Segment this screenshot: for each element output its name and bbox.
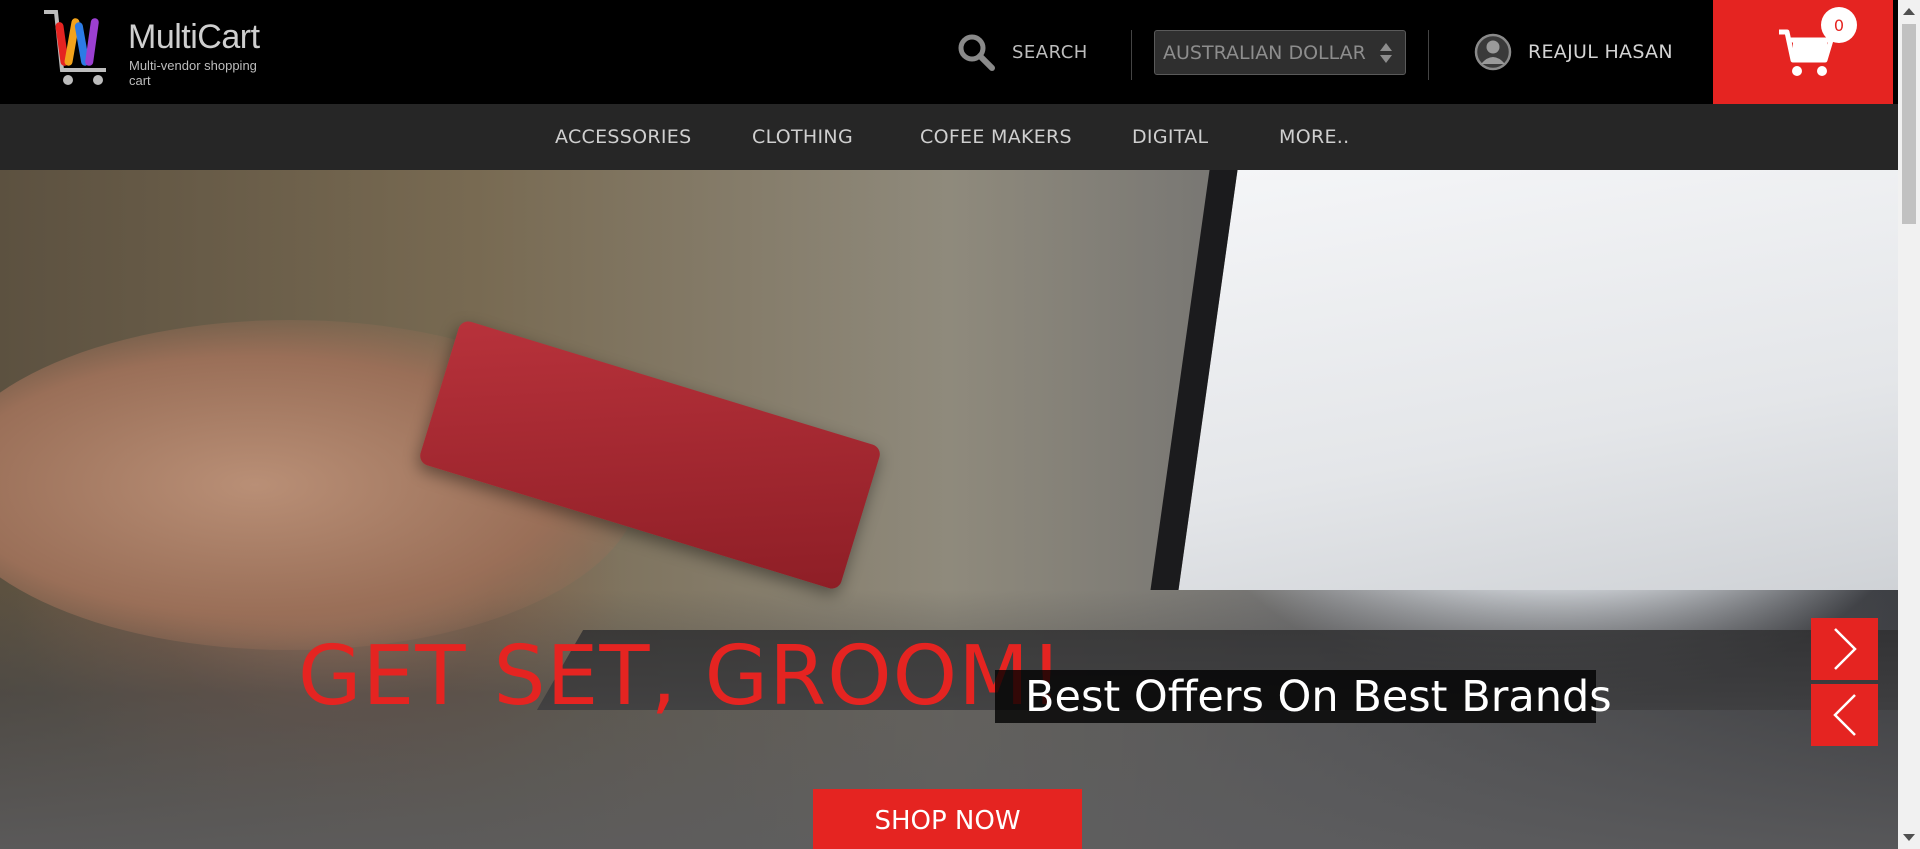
- scroll-up-arrow[interactable]: [1903, 8, 1915, 15]
- search-icon: [958, 34, 995, 71]
- currency-selected-value: AUSTRALIAN DOLLAR: [1163, 41, 1366, 64]
- hero-slider: GET SET, GROOM! Best Offers On Best Bran…: [0, 170, 1898, 849]
- slider-next-button[interactable]: [1811, 618, 1878, 680]
- hero-headline: GET SET, GROOM!: [298, 629, 1064, 724]
- chevron-left-icon: [1832, 694, 1856, 736]
- cart-button[interactable]: 0: [1713, 0, 1893, 104]
- nav-item-more[interactable]: MORE..: [1279, 126, 1349, 148]
- main-nav: ACCESSORIES CLOTHING COFEE MAKERS DIGITA…: [0, 104, 1898, 170]
- hero-subheadline: Best Offers On Best Brands: [995, 670, 1612, 723]
- scroll-down-arrow[interactable]: [1903, 834, 1915, 841]
- logo-tagline: Multi-vendor shopping cart: [129, 58, 257, 88]
- logo-name: MultiCart: [128, 18, 260, 56]
- page-scrollbar[interactable]: [1898, 0, 1920, 849]
- nav-item-digital[interactable]: DIGITAL: [1132, 126, 1208, 148]
- header-divider: [1428, 30, 1429, 80]
- nav-item-clothing[interactable]: CLOTHING: [752, 126, 853, 148]
- scroll-thumb[interactable]: [1902, 24, 1916, 224]
- user-icon: [1474, 33, 1512, 71]
- top-bar: MultiCart Multi-vendor shopping cart SEA…: [0, 0, 1898, 104]
- page: MultiCart Multi-vendor shopping cart SEA…: [0, 0, 1920, 849]
- header-divider: [1131, 30, 1132, 80]
- search-label: SEARCH: [1012, 41, 1088, 63]
- currency-select[interactable]: AUSTRALIAN DOLLAR: [1154, 30, 1406, 75]
- logo-cart-icon: [44, 10, 106, 85]
- nav-item-accessories[interactable]: ACCESSORIES: [555, 126, 691, 148]
- search-button[interactable]: SEARCH: [956, 32, 1088, 72]
- nav-item-cofee-makers[interactable]: COFEE MAKERS: [920, 126, 1072, 148]
- hero-background-laptop: [1150, 170, 1898, 590]
- slider-prev-button[interactable]: [1811, 684, 1878, 746]
- chevron-right-icon: [1833, 628, 1857, 670]
- user-name: REAJUL HASAN: [1528, 41, 1673, 63]
- sort-arrows-icon: [1380, 43, 1392, 63]
- user-account-button[interactable]: REAJUL HASAN: [1474, 32, 1673, 72]
- cart-count-badge: 0: [1821, 7, 1857, 43]
- shop-now-button[interactable]: SHOP NOW: [813, 789, 1082, 849]
- logo[interactable]: MultiCart Multi-vendor shopping cart: [42, 8, 282, 88]
